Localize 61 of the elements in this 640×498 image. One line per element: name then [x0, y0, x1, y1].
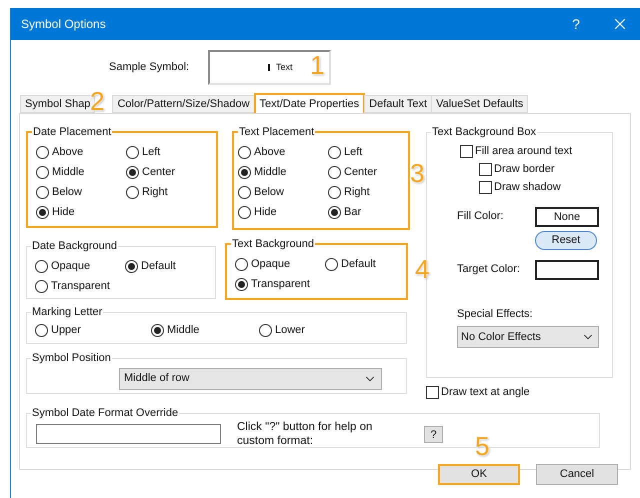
radio-option[interactable]: Lower	[259, 320, 359, 340]
radio-option[interactable]: Above	[36, 142, 126, 162]
special-effects-label: Special Effects:	[457, 306, 534, 322]
format-help-button[interactable]: ?	[424, 426, 443, 443]
radio-option[interactable]: Left	[126, 142, 216, 162]
radio-option[interactable]: Transparent	[235, 274, 325, 294]
help-hint: Click "?" button for help on custom format:	[237, 420, 374, 448]
checkbox-option[interactable]: Fill area around text	[460, 142, 612, 160]
fill-color-label: Fill Color:	[457, 209, 504, 224]
radio-option[interactable]: Transparent	[35, 276, 125, 296]
checkbox-option[interactable]: Draw shadow	[479, 178, 612, 196]
fill-color-button[interactable]: None	[535, 206, 599, 226]
group-title: Text Placement	[238, 125, 316, 140]
symbol-position-select[interactable]: Middle of row	[119, 368, 382, 390]
tab[interactable]: Color/Pattern/Size/Shadow	[112, 95, 255, 113]
special-effects-select[interactable]: No Color Effects	[457, 326, 599, 348]
help-button[interactable]: ?	[561, 14, 591, 34]
radio-option[interactable]: Default	[325, 254, 405, 274]
checkbox-option[interactable]: Draw border	[479, 160, 612, 178]
callout-number: 5	[475, 433, 490, 459]
tab[interactable]: ValueSet Defaults	[431, 95, 528, 113]
callout-number: 1	[310, 52, 324, 78]
radio-option[interactable]: Opaque	[235, 254, 325, 274]
group-title: Date Background	[31, 239, 118, 254]
group-title: Date Placement	[32, 125, 112, 140]
radio-option[interactable]: Above	[238, 142, 328, 162]
group-title: Symbol Date Format Override	[31, 406, 180, 421]
radio-option[interactable]: Bar	[328, 202, 408, 222]
target-color-button[interactable]	[535, 260, 599, 280]
callout-number: 4	[415, 256, 430, 282]
group-title: Text Background	[231, 237, 315, 252]
radio-option[interactable]: Center	[126, 162, 216, 182]
radio-option[interactable]: Center	[328, 162, 408, 182]
radio-option[interactable]: Middle	[151, 320, 259, 340]
radio-option[interactable]: Left	[328, 142, 408, 162]
radio-option[interactable]: Right	[126, 182, 216, 202]
dialog-button[interactable]: Cancel	[536, 464, 618, 485]
group-title: Text Background Box	[431, 125, 537, 140]
radio-option[interactable]: Right	[328, 182, 408, 202]
radio-option[interactable]: Below	[238, 182, 328, 202]
group-title: Marking Letter	[31, 305, 104, 320]
date-format-field[interactable]	[36, 424, 221, 444]
radio-option[interactable]: Middle	[36, 162, 126, 182]
reset-button[interactable]: Reset	[535, 230, 597, 250]
radio-option[interactable]: Middle	[238, 162, 328, 182]
radio-option[interactable]: Default	[125, 256, 215, 276]
radio-option[interactable]: Opaque	[35, 256, 125, 276]
sample-text: Text	[276, 60, 293, 74]
radio-option[interactable]: Hide	[36, 202, 126, 222]
dialog-button[interactable]: OK	[438, 464, 520, 485]
window-title: Symbol Options	[21, 16, 106, 33]
group-title: Symbol Position	[31, 351, 112, 366]
target-color-label: Target Color:	[457, 262, 521, 278]
tab[interactable]: Text/Date Properties	[254, 93, 366, 113]
radio-option[interactable]: Upper	[35, 320, 151, 340]
sample-symbol-label: Sample Symbol:	[109, 60, 190, 76]
callout-number: 3	[410, 160, 424, 186]
tab[interactable]: Default Text	[364, 95, 432, 113]
radio-option[interactable]: Hide	[238, 202, 328, 222]
radio-option[interactable]: Below	[36, 182, 126, 202]
checkbox-option[interactable]: Draw text at angle	[426, 383, 613, 401]
